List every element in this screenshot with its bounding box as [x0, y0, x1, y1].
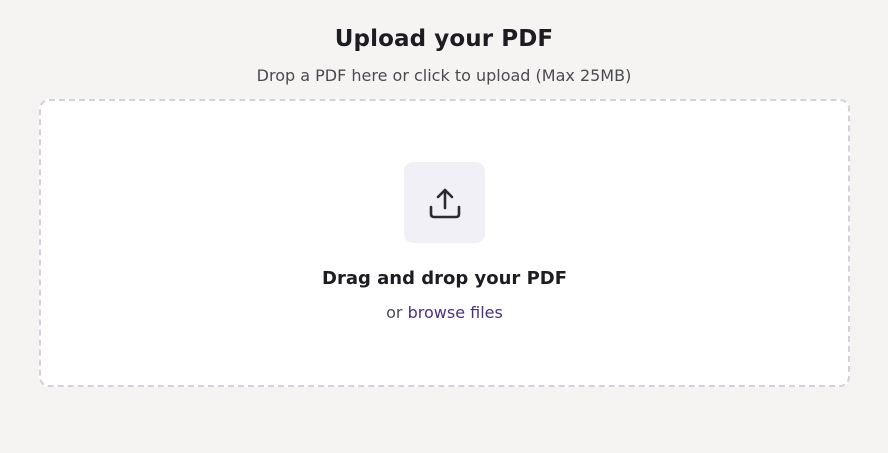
page-subtitle: Drop a PDF here or click to upload (Max …	[256, 66, 632, 85]
upload-icon-container	[404, 162, 485, 243]
pdf-dropzone[interactable]: Drag and drop your PDF or browse files	[39, 99, 850, 387]
page-title: Upload your PDF	[334, 26, 554, 52]
browse-files-link[interactable]: browse files	[408, 303, 503, 322]
dropzone-heading: Drag and drop your PDF	[322, 268, 567, 289]
upload-page: Upload your PDF Drop a PDF here or click…	[0, 0, 888, 453]
upload-icon	[427, 185, 463, 221]
dropzone-subtext: or browse files	[41, 303, 848, 322]
dropzone-or-text: or	[386, 303, 403, 322]
